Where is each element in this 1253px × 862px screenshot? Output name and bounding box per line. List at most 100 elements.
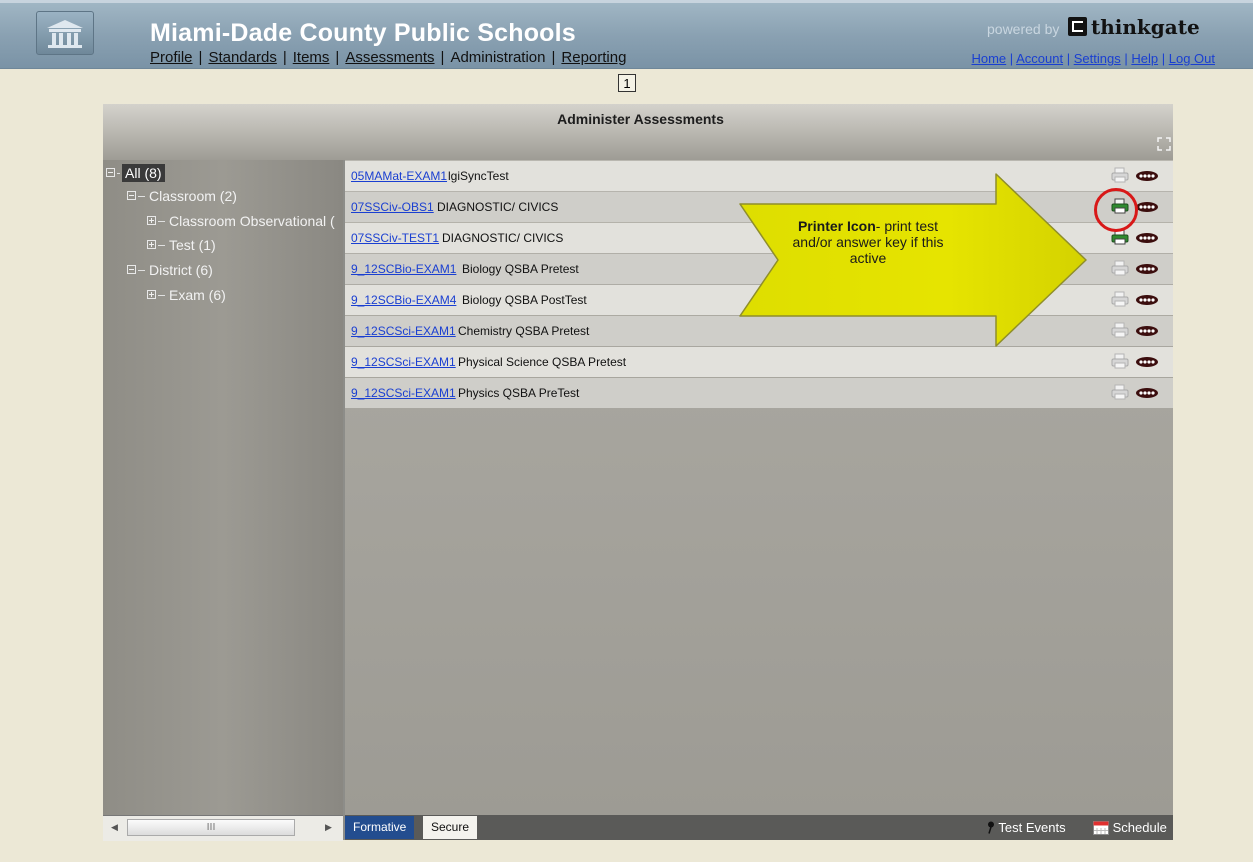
nav-separator: |	[198, 49, 203, 66]
schedule-label: Schedule	[1112, 820, 1167, 835]
callout-bold: Printer Icon	[797, 218, 876, 234]
expand-icon[interactable]	[1157, 137, 1171, 151]
util-account-link[interactable]: Account	[1016, 51, 1063, 66]
test-events-label: Test Events	[998, 820, 1066, 835]
tab-formative[interactable]: Formative	[345, 816, 415, 839]
assessment-name: lgiSyncTest	[448, 169, 509, 183]
expand-icon[interactable]	[147, 240, 156, 249]
ellipsis-icon[interactable]	[1135, 170, 1159, 182]
tree-node-label: Classroom Observational (	[169, 213, 335, 229]
tree-connector	[158, 295, 165, 296]
page-number-button[interactable]: 1	[618, 74, 636, 92]
assessment-name: Biology QSBA Pretest	[462, 262, 579, 276]
tree-connector	[117, 173, 120, 174]
assessment-code-link[interactable]: 07SSCiv-OBS1	[351, 192, 434, 222]
printer-icon[interactable]	[1111, 322, 1129, 338]
nav-reporting[interactable]: Reporting	[561, 49, 626, 66]
collapse-icon[interactable]	[127, 191, 136, 200]
tree-node-test[interactable]: Test (1)	[147, 237, 216, 253]
ellipsis-icon[interactable]	[1135, 356, 1159, 368]
assessment-code-link[interactable]: 9_12SCSci-EXAM1	[351, 378, 456, 408]
assessment-code-link[interactable]: 9_12SCSci-EXAM1	[351, 316, 456, 346]
util-home-link[interactable]: Home	[971, 51, 1006, 66]
tree-node-all[interactable]: All (8)	[106, 164, 165, 182]
ellipsis-icon[interactable]	[1135, 325, 1159, 337]
printer-icon[interactable]	[1111, 167, 1129, 183]
assessment-name: DIAGNOSTIC/ CIVICS	[437, 200, 559, 214]
nav-profile[interactable]: Profile	[150, 49, 193, 66]
tree-connector	[158, 245, 165, 246]
category-tree: All (8) Classroom (2) Classroom Observat…	[103, 160, 343, 815]
panel-header: Administer Assessments	[103, 104, 1173, 160]
pin-icon	[988, 821, 994, 834]
collapse-icon[interactable]	[106, 168, 115, 177]
util-settings-link[interactable]: Settings	[1074, 51, 1121, 66]
assessment-name: Physics QSBA PreTest	[458, 386, 580, 400]
assessment-code-link[interactable]: 9_12SCSci-EXAM1	[351, 347, 456, 377]
nav-assessments[interactable]: Assessments	[345, 49, 434, 66]
thinkgate-mark-icon	[1068, 17, 1087, 36]
assessment-code-link[interactable]: 07SSCiv-TEST1	[351, 223, 439, 253]
highlight-circle	[1094, 188, 1138, 232]
expand-icon[interactable]	[147, 216, 156, 225]
school-building-logo-icon	[36, 11, 94, 55]
nav-separator: |	[551, 49, 556, 66]
tree-connector	[158, 221, 165, 222]
tree-node-label: All (8)	[122, 164, 165, 182]
tree-node-classroom[interactable]: Classroom (2)	[127, 188, 237, 204]
assessment-name: Physical Science QSBA Pretest	[458, 355, 627, 369]
panel-title: Administer Assessments	[557, 111, 724, 127]
assessment-name: DIAGNOSTIC/ CIVICS	[442, 231, 564, 245]
nav-separator: |	[335, 49, 340, 66]
printer-icon[interactable]	[1111, 260, 1129, 276]
ellipsis-icon[interactable]	[1135, 232, 1159, 244]
util-help-link[interactable]: Help	[1131, 51, 1158, 66]
schedule-link[interactable]: Schedule	[1093, 820, 1167, 835]
powered-by-label: powered by	[987, 21, 1060, 37]
callout-text: Printer Icon- print test and/or answer k…	[778, 218, 958, 266]
assessment-row: 9_12SCSci-EXAM1 Physical Science QSBA Pr…	[345, 347, 1173, 377]
ellipsis-icon[interactable]	[1135, 201, 1159, 213]
assessment-name: Biology QSBA PostTest	[462, 293, 587, 307]
assessment-code-link[interactable]: 9_12SCBio-EXAM1	[351, 254, 456, 284]
tab-secure[interactable]: Secure	[423, 816, 478, 839]
ellipsis-icon[interactable]	[1135, 387, 1159, 399]
tree-connector	[138, 196, 145, 197]
printer-icon[interactable]	[1111, 291, 1129, 307]
nav-separator: |	[282, 49, 287, 66]
scroll-left-arrow-icon[interactable]: ◀	[111, 823, 118, 833]
tree-connector	[138, 270, 145, 271]
printer-icon[interactable]	[1111, 353, 1129, 369]
nav-standards[interactable]: Standards	[208, 49, 276, 66]
site-title: Miami-Dade County Public Schools	[150, 19, 576, 47]
list-footer: Formative Secure Test Events Schedule	[345, 815, 1173, 840]
assessment-row: 9_12SCSci-EXAM1 Physics QSBA PreTest	[345, 378, 1173, 408]
tree-horizontal-scrollbar[interactable]: ◀ III ▶	[103, 815, 343, 841]
main-nav: Profile | Standards | Items | Assessments | Admi…	[150, 49, 626, 66]
scroll-right-arrow-icon[interactable]: ▶	[325, 823, 332, 833]
ellipsis-icon[interactable]	[1135, 294, 1159, 306]
util-logout-link[interactable]: Log Out	[1169, 51, 1215, 66]
tree-node-label: Exam (6)	[169, 287, 226, 303]
tree-node-label: Classroom (2)	[149, 188, 237, 204]
tree-node-label: District (6)	[149, 262, 213, 278]
tree-node-exam[interactable]: Exam (6)	[147, 287, 226, 303]
expand-icon[interactable]	[147, 290, 156, 299]
util-separator: |	[1066, 51, 1071, 66]
util-separator: |	[1161, 51, 1166, 66]
nav-items[interactable]: Items	[293, 49, 330, 66]
ellipsis-icon[interactable]	[1135, 263, 1159, 275]
tree-node-label: Test (1)	[169, 237, 216, 253]
thinkgate-logo: thinkgate	[1068, 15, 1200, 39]
calendar-icon	[1093, 821, 1109, 835]
scrollbar-thumb[interactable]: III	[127, 819, 295, 836]
nav-administration[interactable]: Administration	[450, 49, 545, 66]
test-events-link[interactable]: Test Events	[987, 820, 1066, 835]
assessment-code-link[interactable]: 05MAMat-EXAM1	[351, 161, 447, 191]
assessment-code-link[interactable]: 9_12SCBio-EXAM4	[351, 285, 456, 315]
brand-name: thinkgate	[1091, 15, 1200, 39]
tree-node-district[interactable]: District (6)	[127, 262, 213, 278]
collapse-icon[interactable]	[127, 265, 136, 274]
tree-node-classroom-observational[interactable]: Classroom Observational (	[147, 213, 335, 229]
printer-icon[interactable]	[1111, 384, 1129, 400]
